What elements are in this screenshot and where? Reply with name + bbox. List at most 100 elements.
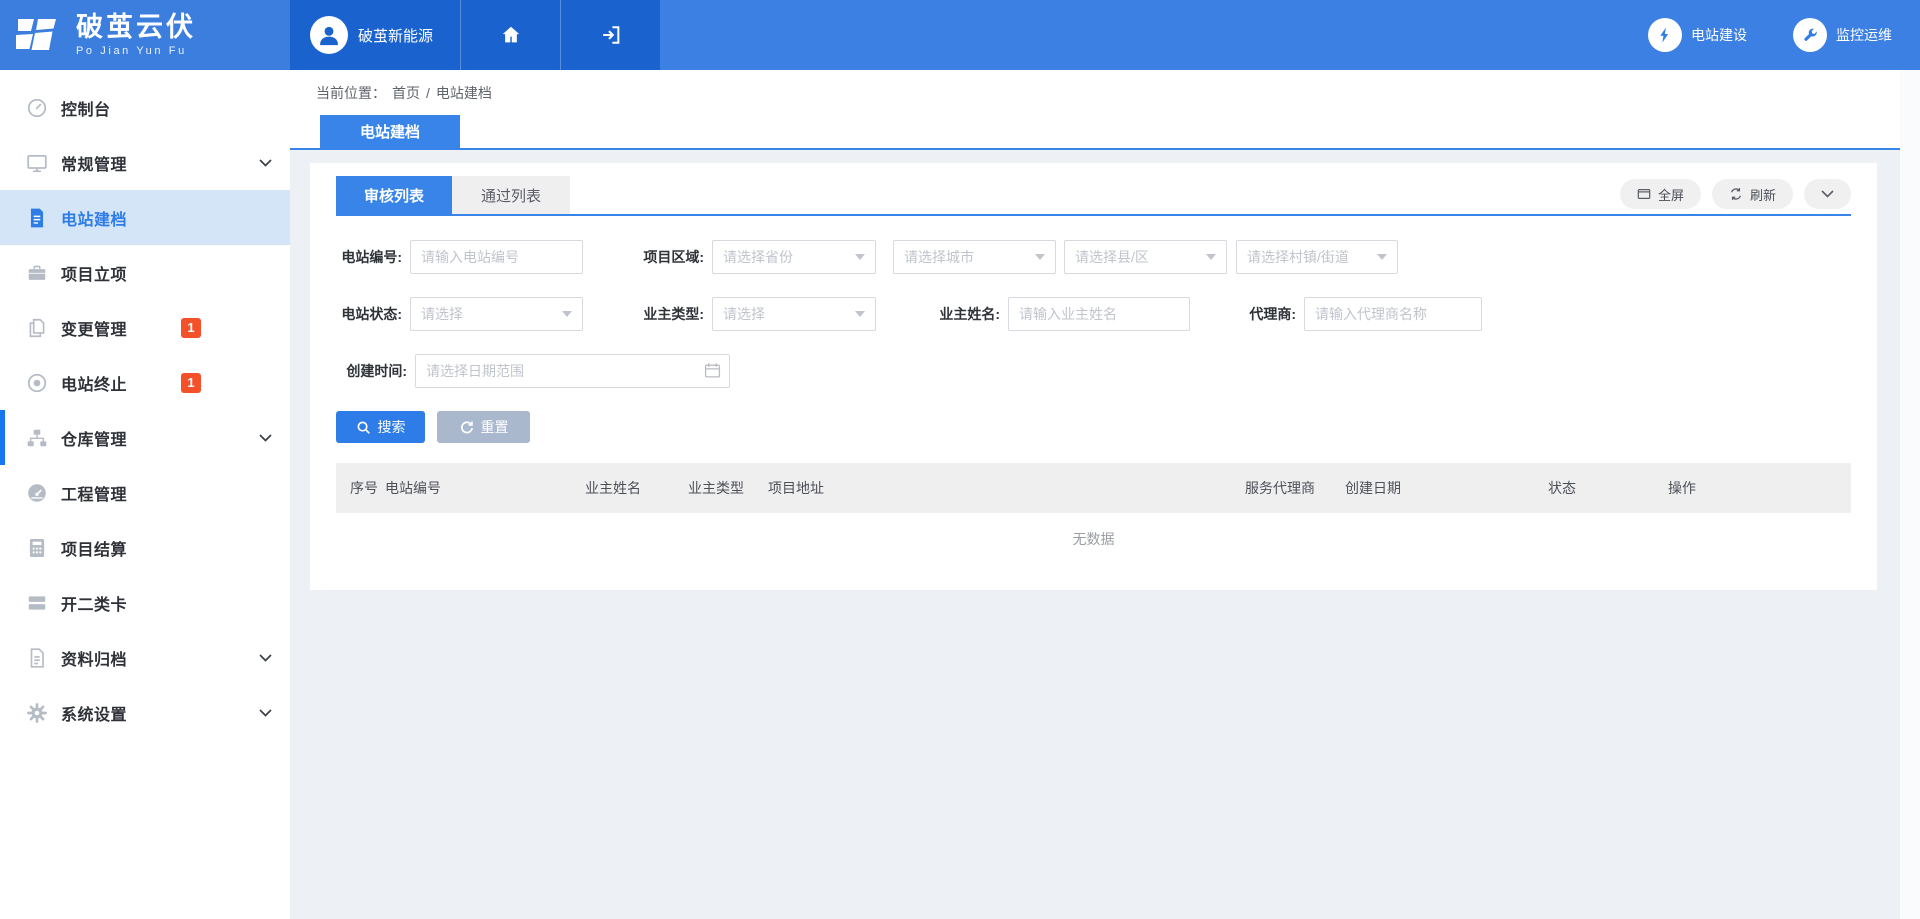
sidebar-item-engineering-mgmt[interactable]: 工程管理 [0,465,290,520]
sidebar-item-label: 常规管理 [61,151,127,175]
home-button[interactable] [460,0,560,70]
region-label: 项目区域: [637,247,704,267]
sidebar-item-station-termination[interactable]: 电站终止 1 [0,355,290,410]
district-placeholder: 请选择县/区 [1075,247,1149,267]
station-no-input[interactable] [410,240,583,274]
refresh-button[interactable]: 刷新 [1712,179,1793,209]
sidebar-item-warehouse-mgmt[interactable]: 仓库管理 [0,410,290,465]
owner-name-input[interactable] [1008,297,1190,331]
chevron-down-icon [259,434,272,442]
province-select[interactable]: 请选择省份 [712,240,876,274]
sidebar-item-label: 电站终止 [61,371,127,395]
user-icon [316,22,342,48]
gear-icon [26,702,48,724]
search-button[interactable]: 搜索 [336,411,425,443]
filter-row-3: 创建时间: [336,354,1851,388]
col-owner-type: 业主类型 [688,478,768,498]
breadcrumb-prefix: 当前位置： [316,83,386,103]
caret-down-icon [1035,254,1045,260]
exit-icon [600,24,622,46]
col-create-date: 创建日期 [1345,478,1548,498]
reset-button[interactable]: 重置 [437,411,530,443]
town-placeholder: 请选择村镇/街道 [1247,247,1349,267]
user-menu[interactable]: 破茧新能源 [290,0,460,70]
owner-type-select[interactable]: 请选择 [712,297,876,331]
copy-icon [26,317,48,339]
company-name: 破茧新能源 [358,25,433,46]
status-placeholder: 请选择 [421,304,463,324]
refresh-label: 刷新 [1750,185,1776,204]
sidebar-item-label: 项目立项 [61,261,127,285]
date-range-field [415,354,730,388]
agent-label: 代理商: [1222,304,1296,324]
district-select[interactable]: 请选择县/区 [1064,240,1227,274]
fullscreen-label: 全屏 [1658,185,1684,204]
caret-down-icon [855,254,865,260]
lightning-icon [1648,18,1682,52]
search-icon [356,420,371,435]
tab-review-list[interactable]: 审核列表 [336,176,452,214]
sidebar-item-label: 工程管理 [61,481,127,505]
sidebar-item-station-archive[interactable]: 电站建档 [0,190,290,245]
collapse-button[interactable] [1804,179,1851,209]
town-select[interactable]: 请选择村镇/街道 [1236,240,1398,274]
sidebar-item-console[interactable]: 控制台 [0,80,290,135]
col-project-address: 项目地址 [768,478,1245,498]
chevron-down-icon [259,654,272,662]
logout-button[interactable] [560,0,660,70]
filter-form: 电站编号: 项目区域: 请选择省份 请选择城市 请选择县/区 请选择村镇/街道 [336,240,1851,388]
sidebar-item-label: 变更管理 [61,316,127,340]
document-icon [26,647,48,669]
city-select[interactable]: 请选择城市 [893,240,1056,274]
nav-station-build-label: 电站建设 [1691,25,1747,45]
empty-state-text: 无数据 [336,513,1851,565]
filter-row-1: 电站编号: 项目区域: 请选择省份 请选择城市 请选择县/区 请选择村镇/街道 [336,240,1851,274]
agent-input[interactable] [1304,297,1482,331]
sidebar-item-project-initiation[interactable]: 项目立项 [0,245,290,300]
nav-station-build[interactable]: 电站建设 [1648,18,1747,52]
filter-actions: 搜索 重置 [336,411,1851,443]
sidebar-item-label: 开二类卡 [61,591,127,615]
owner-type-label: 业主类型: [637,304,704,324]
col-actions: 操作 [1668,478,1851,498]
col-owner-name: 业主姓名 [585,478,688,498]
fullscreen-icon [1637,187,1651,201]
sidebar-item-label: 电站建档 [61,206,127,230]
page-tab-station-archive[interactable]: 电站建档 [320,115,460,148]
city-placeholder: 请选择城市 [904,247,974,267]
sidebar-item-general-mgmt[interactable]: 常规管理 [0,135,290,190]
station-status-select[interactable]: 请选择 [410,297,583,331]
file-icon [26,207,48,229]
sidebar-item-system-settings[interactable]: 系统设置 [0,685,290,740]
breadcrumb-home-link[interactable]: 首页 [392,83,420,103]
province-placeholder: 请选择省份 [723,247,793,267]
nav-monitor-ops[interactable]: 监控运维 [1793,18,1892,52]
chevron-down-icon [259,709,272,717]
search-label: 搜索 [378,417,406,437]
page-tab-bar: 电站建档 [290,115,1920,150]
sidebar-item-data-archive[interactable]: 资料归档 [0,630,290,685]
stop-circle-icon [26,372,48,394]
scrollbar-track[interactable] [1900,70,1920,919]
breadcrumb-separator: / [426,85,430,101]
owner-type-placeholder: 请选择 [723,304,765,324]
owner-name-label: 业主姓名: [932,304,1000,324]
reset-icon [459,420,474,435]
chevron-down-icon [259,159,272,167]
notification-badge: 1 [181,373,201,393]
sidebar-item-change-mgmt[interactable]: 变更管理 1 [0,300,290,355]
sidebar-item-label: 系统设置 [61,701,127,725]
sitemap-icon [26,427,48,449]
date-range-input[interactable] [415,354,730,388]
breadcrumb: 当前位置： 首页 / 电站建档 [290,70,1920,115]
sidebar-item-open-card[interactable]: 开二类卡 [0,575,290,630]
create-time-label: 创建时间: [336,361,407,381]
fullscreen-button[interactable]: 全屏 [1620,179,1701,209]
sidebar: 控制台 常规管理 电站建档 项目立项 变更管理 1 [0,70,290,919]
sidebar-item-project-settlement[interactable]: 项目结算 [0,520,290,575]
tab-passed-list[interactable]: 通过列表 [452,176,570,214]
sidebar-item-label: 资料归档 [61,646,127,670]
col-station-no: 电站编号 [385,478,585,498]
caret-down-icon [1377,254,1387,260]
station-no-label: 电站编号: [336,247,402,267]
